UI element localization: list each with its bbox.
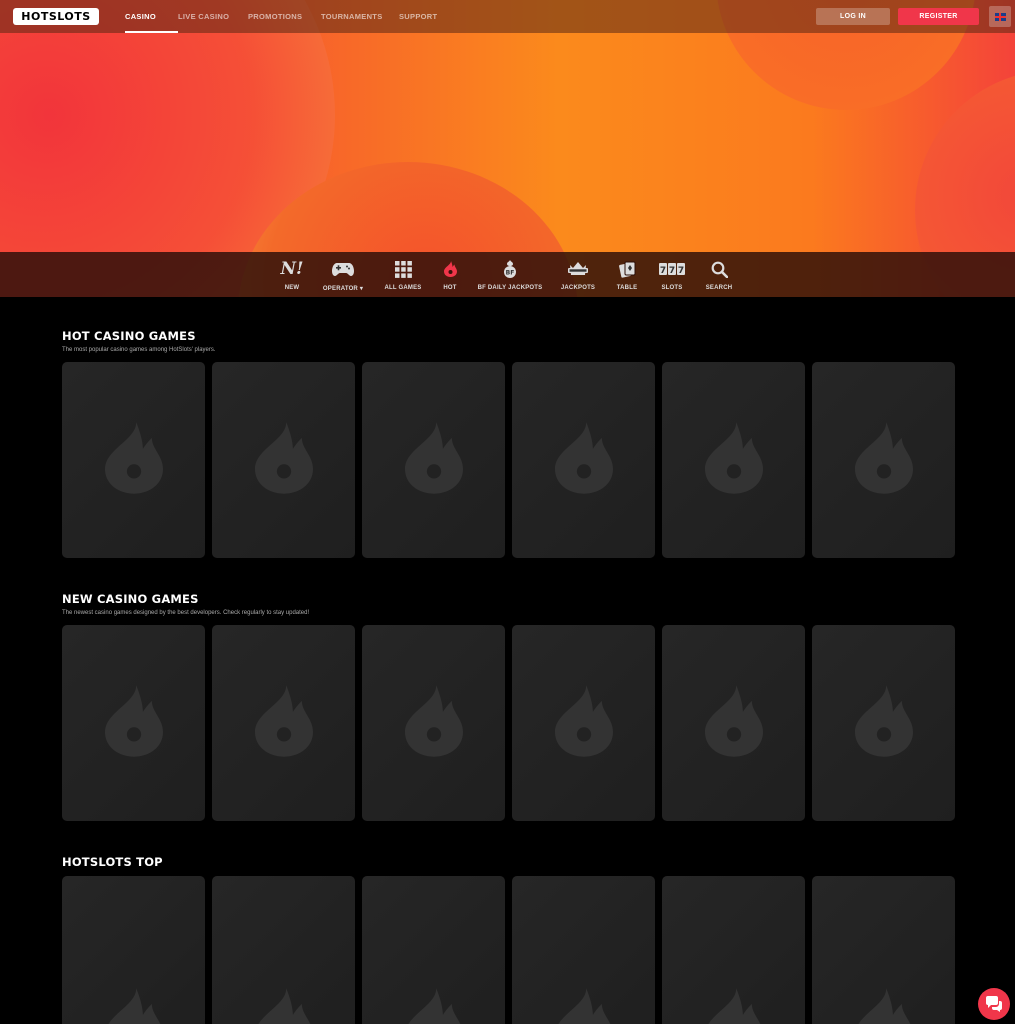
main-nav: CASINO LIVE CASINO PROMOTIONS TOURNAMENT…: [125, 0, 459, 33]
category-table[interactable]: TABLE: [612, 252, 642, 297]
category-slots[interactable]: 777 SLOTS: [656, 252, 688, 297]
flame-icon: [443, 258, 457, 280]
flame-placeholder-icon: [105, 987, 163, 1024]
svg-text:7: 7: [678, 266, 684, 276]
game-card[interactable]: [812, 876, 955, 1024]
section-title-new: NEW CASINO GAMES: [62, 592, 199, 606]
flame-placeholder-icon: [104, 684, 163, 762]
game-card[interactable]: [212, 362, 355, 558]
section-title-top: HOTSLOTS TOP: [62, 855, 163, 869]
language-selector[interactable]: [989, 6, 1011, 27]
category-new[interactable]: N! NEW: [276, 252, 308, 297]
game-card[interactable]: [62, 625, 205, 821]
game-card[interactable]: [512, 876, 655, 1024]
bf-jackpot-icon: BF: [502, 258, 518, 280]
svg-text:7: 7: [669, 266, 675, 276]
flame-placeholder-icon: [704, 421, 763, 499]
section-subtitle-hot: The most popular casino games among HotS…: [62, 347, 216, 353]
game-card[interactable]: [512, 625, 655, 821]
svg-text:7: 7: [660, 266, 666, 276]
nav-promotions[interactable]: PROMOTIONS: [248, 0, 321, 33]
game-row-top: [62, 876, 955, 1024]
game-card[interactable]: [812, 625, 955, 821]
flame-placeholder-icon: [854, 421, 913, 499]
game-row-hot: [62, 362, 955, 558]
category-operator[interactable]: OPERATOR ▾: [318, 252, 368, 297]
flame-placeholder-icon: [705, 987, 763, 1024]
game-card[interactable]: [362, 876, 505, 1024]
login-button[interactable]: LOG IN: [816, 8, 890, 25]
flame-placeholder-icon: [254, 421, 313, 499]
search-icon: [711, 258, 728, 280]
flame-placeholder-icon: [104, 421, 163, 499]
new-icon: N!: [280, 258, 304, 279]
section-title-hot: HOT CASINO GAMES: [62, 329, 196, 343]
nav-live-casino[interactable]: LIVE CASINO: [178, 0, 248, 33]
category-bf-daily-jackpots[interactable]: BF BF DAILY JACKPOTS: [476, 252, 544, 297]
flame-placeholder-icon: [854, 684, 913, 762]
svg-text:BF: BF: [506, 270, 515, 277]
nav-casino[interactable]: CASINO: [125, 0, 178, 33]
flame-placeholder-icon: [704, 684, 763, 762]
category-jackpots[interactable]: JACKPOTS: [558, 252, 598, 297]
flame-placeholder-icon: [405, 987, 463, 1024]
flame-placeholder-icon: [255, 987, 313, 1024]
section-subtitle-new: The newest casino games designed by the …: [62, 610, 310, 616]
flame-placeholder-icon: [554, 421, 613, 499]
category-all-games[interactable]: ALL GAMES: [380, 252, 426, 297]
game-card[interactable]: [362, 362, 505, 558]
game-card[interactable]: [662, 362, 805, 558]
game-card[interactable]: [212, 876, 355, 1024]
flame-placeholder-icon: [404, 421, 463, 499]
game-card[interactable]: [662, 876, 805, 1024]
flame-placeholder-icon: [855, 987, 913, 1024]
cards-icon: [618, 258, 636, 280]
grid-icon: [394, 258, 412, 280]
gamepad-icon: [332, 258, 354, 280]
game-card[interactable]: [212, 625, 355, 821]
jackpot-icon: [567, 258, 589, 280]
chat-bubble-icon: [986, 996, 1002, 1012]
nav-support[interactable]: SUPPORT: [399, 0, 459, 33]
slots-777-icon: 777: [659, 258, 685, 280]
game-card[interactable]: [62, 362, 205, 558]
game-card[interactable]: [362, 625, 505, 821]
uk-flag-icon: [994, 12, 1006, 21]
chat-button[interactable]: [978, 988, 1010, 1020]
register-button[interactable]: REGISTER: [898, 8, 979, 25]
game-row-new: [62, 625, 955, 821]
category-hot[interactable]: HOT: [436, 252, 464, 297]
game-card[interactable]: [512, 362, 655, 558]
category-bar: N! NEW OPERATOR ▾ ALL GAMES HOT BF BF DA…: [0, 252, 1015, 297]
flame-placeholder-icon: [555, 987, 613, 1024]
top-navbar: HOTSLOTS CASINO LIVE CASINO PROMOTIONS T…: [0, 0, 1015, 33]
game-card[interactable]: [662, 625, 805, 821]
flame-placeholder-icon: [254, 684, 313, 762]
game-card[interactable]: [812, 362, 955, 558]
category-search[interactable]: SEARCH: [702, 252, 736, 297]
flame-placeholder-icon: [554, 684, 613, 762]
hotslots-logo[interactable]: HOTSLOTS: [13, 8, 99, 25]
nav-tournaments[interactable]: TOURNAMENTS: [321, 0, 399, 33]
flame-placeholder-icon: [404, 684, 463, 762]
game-card[interactable]: [62, 876, 205, 1024]
